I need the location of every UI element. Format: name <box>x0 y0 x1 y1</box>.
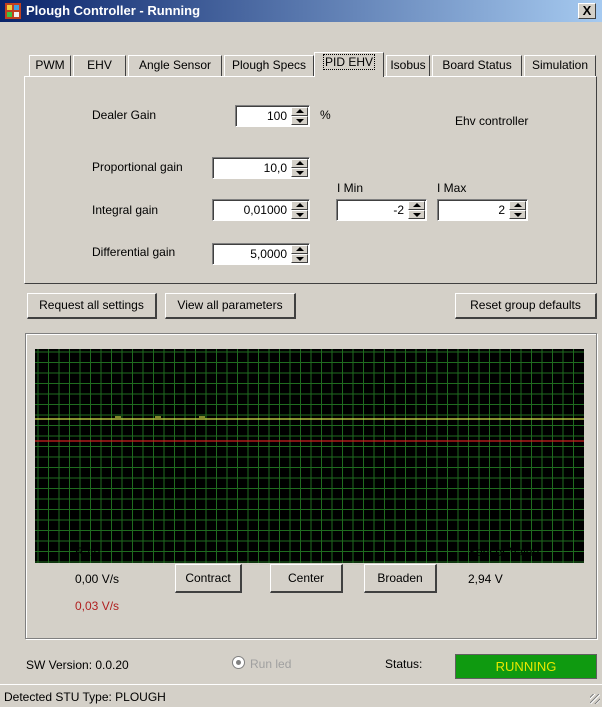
spin-up-icon[interactable] <box>291 201 308 210</box>
spin-up-icon[interactable] <box>291 107 308 116</box>
spin-up-icon[interactable] <box>291 245 308 254</box>
dealer-gain-value: 100 <box>266 109 287 123</box>
run-led-label: Run led <box>250 657 292 671</box>
detected-stu-type: Detected STU Type: PLOUGH <box>4 690 166 704</box>
spin-up-icon[interactable] <box>408 201 425 210</box>
sw-version: SW Version: 0.0.20 <box>26 658 129 672</box>
rate-value: 0,00 V/s <box>75 572 120 586</box>
sensor-value-label: Sensor Value <box>468 545 540 559</box>
tab-board-status[interactable]: Board Status <box>432 55 522 76</box>
tab-plough-specs[interactable]: Plough Specs <box>224 55 314 76</box>
signal-graph <box>35 349 584 563</box>
run-led-radio <box>232 656 245 669</box>
tab-simulation[interactable]: Simulation <box>524 55 596 76</box>
app-icon <box>5 3 21 19</box>
imax-value: 2 <box>498 203 505 217</box>
tab-pwm[interactable]: PWM <box>29 55 71 76</box>
broaden-button[interactable]: Broaden <box>364 564 437 593</box>
reset-group-defaults-button[interactable]: Reset group defaults <box>455 293 597 319</box>
spin-down-icon[interactable] <box>408 210 425 219</box>
close-button[interactable]: X <box>578 3 596 19</box>
integral-gain-label: Integral gain <box>92 203 159 217</box>
proportional-gain-stepper[interactable]: 10,0 <box>212 157 310 179</box>
dealer-gain-unit: % <box>320 108 331 122</box>
differential-gain-stepper[interactable]: 5,0000 <box>212 243 310 265</box>
differential-gain-label: Differential gain <box>92 245 176 259</box>
rate-value-secondary: 0,03 V/s <box>75 599 120 613</box>
integral-gain-stepper[interactable]: 0,01000 <box>212 199 310 221</box>
imin-value: -2 <box>393 203 404 217</box>
ehv-controller-label: Ehv controller <box>455 114 529 128</box>
spin-up-icon[interactable] <box>509 201 526 210</box>
contract-button[interactable]: Contract <box>175 564 242 593</box>
status-badge: RUNNING <box>455 654 597 679</box>
imax-label: I Max <box>437 181 467 195</box>
dealer-gain-label: Dealer Gain <box>92 108 157 122</box>
proportional-gain-label: Proportional gain <box>92 160 183 174</box>
dealer-gain-stepper[interactable]: 100 <box>235 105 310 127</box>
view-all-parameters-button[interactable]: View all parameters <box>165 293 296 319</box>
imin-stepper[interactable]: -2 <box>336 199 427 221</box>
spin-up-icon[interactable] <box>291 159 308 168</box>
spin-down-icon[interactable] <box>291 254 308 263</box>
spin-down-icon[interactable] <box>291 168 308 177</box>
integral-gain-value: 0,01000 <box>243 203 287 217</box>
spin-down-icon[interactable] <box>291 116 308 125</box>
sensor-value: 2,94 V <box>468 572 503 586</box>
center-button[interactable]: Center <box>270 564 343 593</box>
proportional-gain-value: 10,0 <box>263 161 287 175</box>
tab-isobus[interactable]: Isobus <box>386 55 430 76</box>
graph-canvas <box>35 349 584 563</box>
window-title: Plough Controller - Running <box>26 3 201 18</box>
spin-down-icon[interactable] <box>509 210 526 219</box>
rate-label: Rate: <box>75 545 104 559</box>
imax-stepper[interactable]: 2 <box>437 199 528 221</box>
tab-ehv[interactable]: EHV <box>73 55 126 76</box>
tab-angle-sensor[interactable]: Angle Sensor <box>128 55 222 76</box>
tab-pid-ehv[interactable]: PID EHV <box>314 52 384 77</box>
spin-down-icon[interactable] <box>291 210 308 219</box>
imin-label: I Min <box>337 181 364 195</box>
resize-grip-icon[interactable] <box>590 694 600 704</box>
request-all-settings-button[interactable]: Request all settings <box>27 293 157 319</box>
differential-gain-value: 5,0000 <box>250 247 287 261</box>
status-label: Status: <box>385 657 423 671</box>
